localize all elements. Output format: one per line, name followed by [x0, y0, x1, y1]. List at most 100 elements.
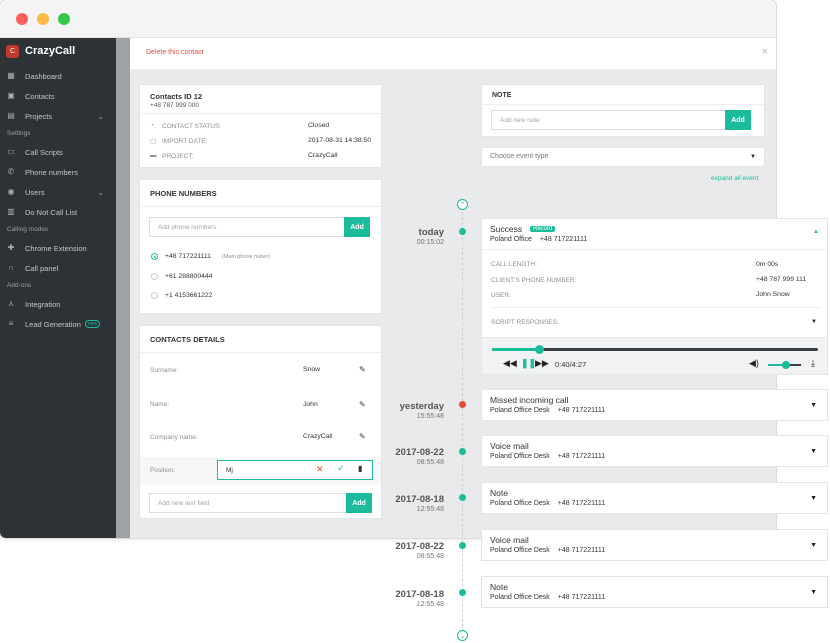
caret-down-icon[interactable]: ▼: [810, 448, 817, 455]
minimize-window-button[interactable]: [37, 13, 49, 25]
sidebar-item-chrome-extension[interactable]: ✚ Chrome Extension: [0, 238, 116, 258]
caret-down-icon[interactable]: ▼: [810, 542, 817, 549]
name-value: John: [303, 401, 318, 408]
caret-down-icon[interactable]: ▼: [810, 402, 817, 409]
divider: [482, 249, 827, 250]
fast-forward-icon[interactable]: ▶▶: [535, 358, 549, 369]
timeline-time: 15:55:48: [416, 413, 444, 420]
event-card-success: Success Record Poland Office +48 71722111…: [481, 218, 828, 375]
timeline-time: 12:55:48: [416, 506, 444, 513]
sidebar-item-do-not-call[interactable]: ▥ Do Not Call List: [0, 202, 116, 222]
event-type-placeholder: Choose event type: [490, 153, 549, 160]
sidebar-item-call-panel[interactable]: ∩ Call panel: [0, 258, 116, 278]
volume-icon[interactable]: ◀): [749, 358, 759, 369]
edit-surname-icon[interactable]: ✎: [359, 365, 366, 374]
event-card-voice-mail[interactable]: Voice mail Poland Office Desk +48 7172211…: [481, 435, 828, 467]
event-card-missed[interactable]: Missed incoming call Poland Office Desk +…: [481, 389, 828, 421]
contact-phone: +48 787 999 000: [150, 102, 199, 109]
caret-down-icon: ▼: [750, 154, 756, 160]
section-calling-modes: Calling modes: [7, 226, 49, 233]
expand-all-link[interactable]: expand all event: [711, 175, 758, 182]
event-card-voice-mail[interactable]: Voice mail Poland Office Desk +48 7172211…: [481, 529, 828, 561]
sidebar-item-projects[interactable]: ▤ Projects ⌄: [0, 106, 116, 126]
timeline-time: 00:15:02: [416, 239, 444, 246]
phone-radio-2[interactable]: [151, 273, 158, 280]
pause-icon[interactable]: ❚❚: [521, 358, 536, 369]
phone-radio-3[interactable]: [151, 292, 158, 299]
event-office-name: Poland Office Desk: [490, 500, 550, 507]
event-office-name: Poland Office Desk: [490, 594, 550, 601]
rewind-icon[interactable]: ◀◀: [503, 358, 517, 369]
script-icon: ▭: [7, 147, 15, 156]
sidebar-item-label: Chrome Extension: [25, 243, 87, 253]
cancel-edit-icon[interactable]: ✕: [316, 464, 324, 475]
collapse-up-icon[interactable]: ⌃: [457, 199, 468, 210]
download-icon[interactable]: ⤓: [811, 358, 815, 369]
delete-contact-link[interactable]: Delete this contact: [146, 49, 204, 56]
event-office: Poland Office Desk +48 717221111: [490, 453, 605, 460]
brand-logo-icon: C: [6, 44, 19, 58]
timeline-dot: [459, 494, 466, 501]
chevron-up-icon[interactable]: ▲: [813, 229, 819, 235]
call-length-label: CALL LENGTH:: [491, 261, 537, 268]
close-icon[interactable]: ×: [762, 46, 768, 58]
timeline-time: 12:55:48: [416, 601, 444, 608]
surname-value: Snow: [303, 366, 321, 373]
event-card-note[interactable]: Note Poland Office Desk +48 717221111 ▼: [481, 482, 828, 514]
edit-name-icon[interactable]: ✎: [359, 400, 366, 409]
confirm-edit-icon[interactable]: ✓: [337, 463, 345, 474]
event-type-select[interactable]: Choose event type ▼: [481, 147, 765, 167]
event-office-name: Poland Office Desk: [490, 407, 550, 414]
import-date-label: IMPORT DATE:: [162, 138, 208, 145]
sidebar-item-integration[interactable]: ⋏ Integration: [0, 294, 116, 314]
edit-company-icon[interactable]: ✎: [359, 432, 366, 441]
new-badge: new: [84, 320, 101, 328]
add-phone-input[interactable]: Add phone numbers: [149, 217, 345, 237]
import-date-value: 2017-08-31 14:38:50: [308, 137, 372, 144]
add-note-input[interactable]: Add new note: [491, 110, 726, 130]
filter-icon: ≡: [8, 319, 14, 328]
add-note-button[interactable]: Add: [725, 110, 751, 130]
event-card-note[interactable]: Note Poland Office Desk +48 717221111 ▼: [481, 576, 828, 608]
project-label: PROJECT:: [162, 153, 194, 160]
sidebar-item-users[interactable]: ◉ Users ⌄: [0, 182, 116, 202]
sidebar-item-dashboard[interactable]: ▦ Dashboard: [0, 66, 116, 86]
user-label: USER:: [491, 292, 511, 299]
expand-down-icon[interactable]: ⌄: [457, 630, 468, 641]
add-text-field-button[interactable]: Add: [346, 493, 372, 513]
timeline-line: [462, 212, 463, 632]
record-badge[interactable]: Record: [530, 226, 556, 232]
caret-down-icon[interactable]: ▼: [810, 495, 817, 502]
sidebar-item-phone-numbers[interactable]: ✆ Phone numbers: [0, 162, 116, 182]
integration-icon: ⋏: [8, 299, 14, 308]
audio-progress: [492, 348, 539, 351]
add-phone-button[interactable]: Add: [344, 217, 370, 237]
script-dropdown-icon[interactable]: ▼: [811, 319, 817, 325]
volume-knob[interactable]: [782, 361, 790, 369]
user-value: John Snow: [756, 291, 790, 298]
add-text-field-input[interactable]: Add new text field: [149, 493, 347, 513]
sidebar-item-call-scripts[interactable]: ▭ Call Scripts: [0, 142, 116, 162]
sidebar-item-label: Users: [25, 187, 45, 197]
phone-radio-1[interactable]: [151, 253, 158, 260]
close-window-button[interactable]: [16, 13, 28, 25]
sidebar-item-lead-generation[interactable]: ≡ Lead Generation new: [0, 314, 116, 334]
timeline-dot: [459, 589, 466, 596]
timeline-dot-success: [459, 228, 466, 235]
contact-status-value: Closed: [308, 122, 330, 129]
event-header[interactable]: Success Record Poland Office +48 71722111…: [482, 219, 827, 249]
trash-icon[interactable]: ▮: [358, 464, 362, 473]
contact-details-card: CONTACTS DETAILS Surname: Snow ✎ Name: J…: [139, 325, 382, 519]
folder-icon: ▬: [150, 152, 157, 159]
divider: [491, 307, 821, 308]
caret-down-icon[interactable]: ▼: [810, 589, 817, 596]
sidebar-item-contacts[interactable]: ▣ Contacts: [0, 86, 116, 106]
timeline-date: 2017-08-18: [395, 494, 444, 505]
audio-scrubber[interactable]: [535, 345, 544, 354]
maximize-window-button[interactable]: [58, 13, 70, 25]
position-input[interactable]: Mj: [217, 460, 373, 480]
divider: [140, 206, 381, 207]
users-icon: ◉: [7, 187, 15, 196]
phone-number-2: +61 288800444: [165, 273, 213, 280]
event-office: Poland Office Desk +48 717221111: [490, 547, 605, 554]
